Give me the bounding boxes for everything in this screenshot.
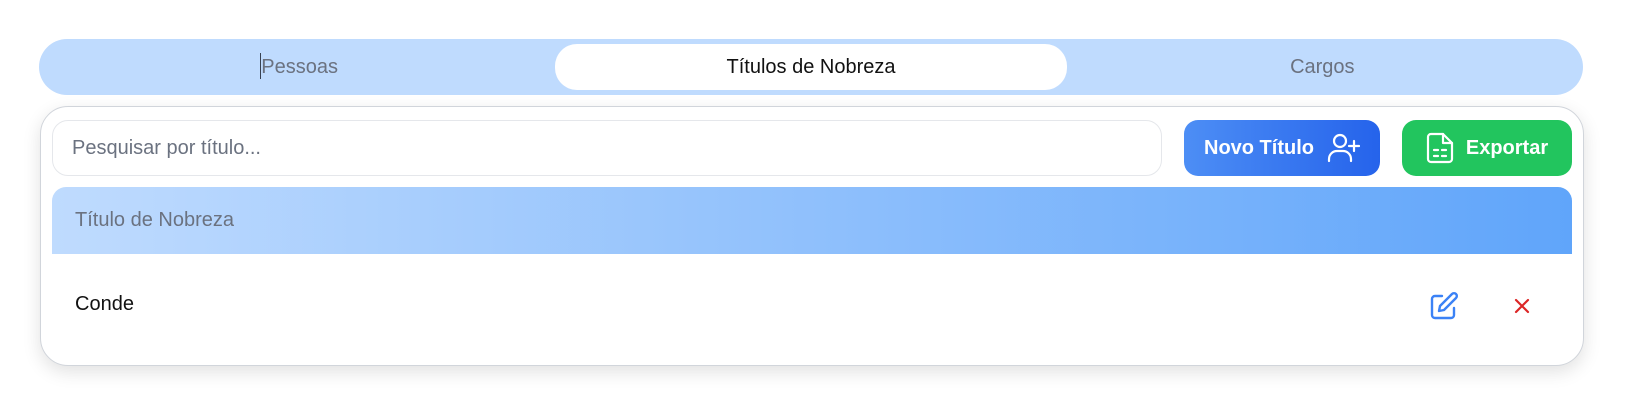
tab-bar: Pessoas Títulos de Nobreza Cargos [39, 39, 1583, 95]
table-header: Título de Nobreza [52, 187, 1572, 254]
new-title-button[interactable]: Novo Título [1184, 120, 1380, 176]
column-header-title: Título de Nobreza [75, 209, 234, 231]
tab-pessoas[interactable]: Pessoas [44, 44, 555, 90]
user-plus-icon [1326, 132, 1360, 164]
cell-title: Conde [75, 292, 134, 315]
edit-icon[interactable] [1426, 288, 1462, 324]
export-button[interactable]: Exportar [1402, 120, 1572, 176]
tab-titulos-de-nobreza[interactable]: Títulos de Nobreza [555, 44, 1067, 90]
search-field[interactable] [52, 120, 1162, 176]
tab-cargos[interactable]: Cargos [1067, 44, 1578, 90]
spreadsheet-file-icon [1426, 132, 1454, 164]
new-title-label: Novo Título [1204, 136, 1314, 159]
text-cursor [260, 53, 261, 79]
table-row: Conde [52, 254, 1572, 354]
export-label: Exportar [1465, 136, 1549, 159]
close-icon[interactable] [1504, 288, 1540, 324]
search-input[interactable] [70, 135, 1161, 161]
